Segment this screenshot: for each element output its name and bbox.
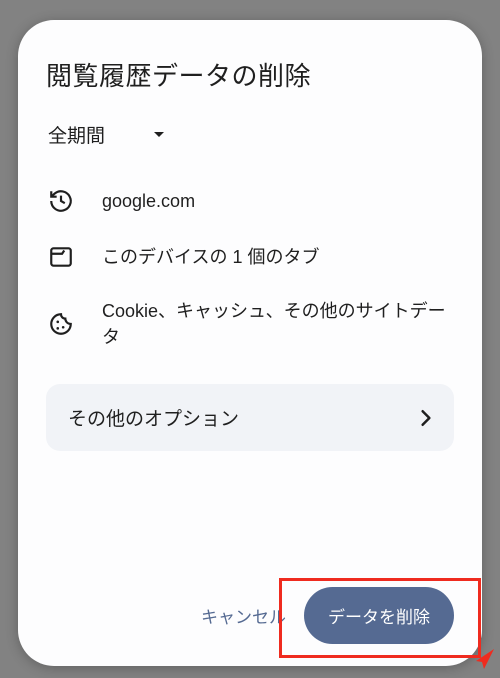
time-range-dropdown[interactable]: 全期間 [46,115,167,158]
dropdown-caret-icon [153,131,165,139]
cookie-icon [46,309,76,339]
dialog-title: 閲覧履歴データの削除 [46,56,454,93]
cookies-label: Cookie、キャッシュ、その他のサイトデータ [102,298,454,350]
delete-data-button[interactable]: データを削除 [304,587,454,644]
time-range-selected: 全期間 [48,121,105,148]
history-icon [46,186,76,216]
more-options-row[interactable]: その他のオプション [46,384,454,451]
data-list: google.com このデバイスの 1 個のタブ Cookie、キャッ [46,186,454,350]
history-label: google.com [102,188,454,214]
dialog-actions: キャンセル データを削除 [46,587,454,644]
history-row: google.com [46,186,454,216]
clear-browsing-data-dialog: 閲覧履歴データの削除 全期間 google.com [18,20,482,666]
tab-icon [46,242,76,272]
tabs-row: このデバイスの 1 個のタブ [46,242,454,272]
more-options-label: その他のオプション [68,404,239,431]
chevron-right-icon [420,409,432,427]
cancel-button[interactable]: キャンセル [189,589,298,642]
tabs-label: このデバイスの 1 個のタブ [102,244,454,270]
cookies-row: Cookie、キャッシュ、その他のサイトデータ [46,298,454,350]
